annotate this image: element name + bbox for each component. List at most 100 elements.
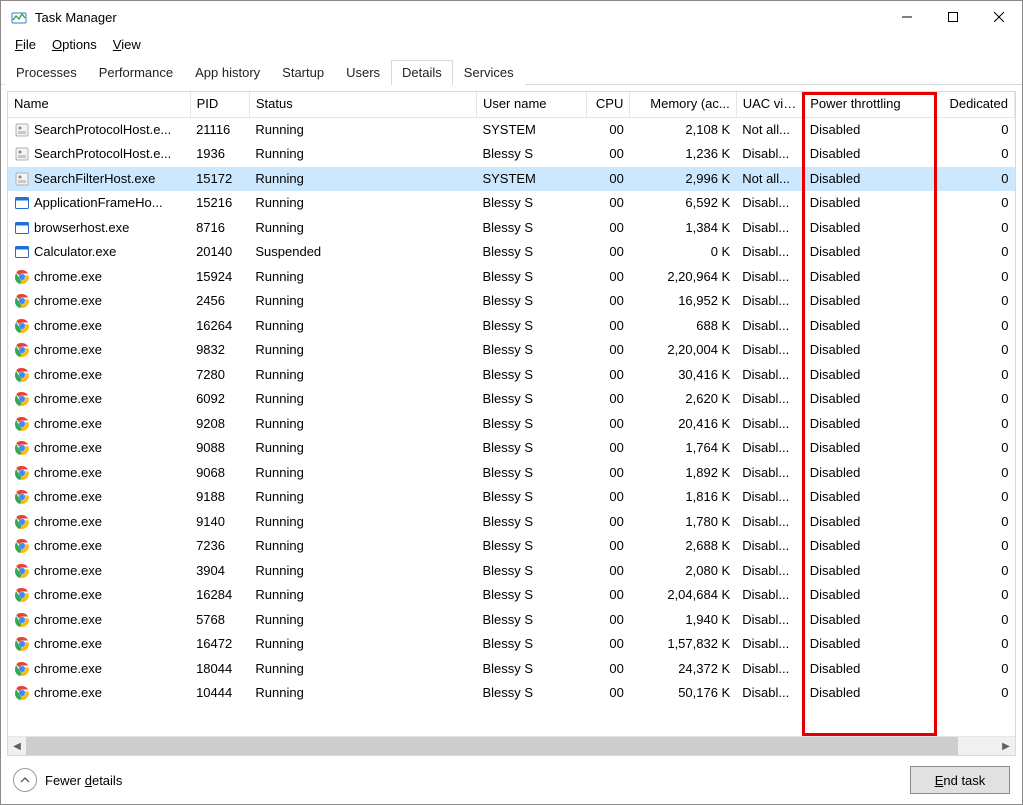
menu-view[interactable]: View [105,35,149,54]
cell-pid: 2456 [190,289,249,314]
cell-uac: Disabl... [736,583,804,608]
cell-memory: 1,236 K [630,142,736,167]
scroll-thumb[interactable] [26,737,958,755]
cell-power: Disabled [804,632,935,657]
cell-status: Running [249,485,476,510]
col-cpu[interactable]: CPU [587,92,630,117]
cell-dedicated: 0 [935,191,1015,216]
process-name: chrome.exe [34,562,102,581]
col-power[interactable]: Power throttling [804,92,935,117]
process-icon [14,318,30,334]
table-row[interactable]: SearchFilterHost.exe15172RunningSYSTEM00… [8,167,1015,192]
cell-dedicated: 0 [935,289,1015,314]
tab-details[interactable]: Details [391,60,453,85]
process-name: chrome.exe [34,635,102,654]
table-row[interactable]: chrome.exe16284RunningBlessy S002,04,684… [8,583,1015,608]
process-icon [14,514,30,530]
scroll-right-icon[interactable]: ▶ [997,737,1015,755]
window-title: Task Manager [35,9,884,25]
minimize-button[interactable] [884,1,930,33]
process-name: chrome.exe [34,366,102,385]
cell-power: Disabled [804,117,935,142]
cell-power: Disabled [804,265,935,290]
tab-processes[interactable]: Processes [5,60,88,85]
cell-dedicated: 0 [935,632,1015,657]
cell-uac: Disabl... [736,559,804,584]
process-name: chrome.exe [34,586,102,605]
table-row[interactable]: chrome.exe10444RunningBlessy S0050,176 K… [8,681,1015,706]
menu-file[interactable]: File [7,35,44,54]
table-row[interactable]: chrome.exe16264RunningBlessy S00688 KDis… [8,314,1015,339]
fewer-details-button[interactable]: Fewer details [13,768,122,792]
cell-power: Disabled [804,485,935,510]
grid-scroll[interactable]: Name PID Status User name CPU Memory (ac… [8,92,1015,736]
horizontal-scrollbar[interactable]: ◀ ▶ [8,736,1015,755]
menu-options[interactable]: Options [44,35,105,54]
col-status[interactable]: Status [249,92,476,117]
close-button[interactable] [976,1,1022,33]
table-row[interactable]: SearchProtocolHost.e...21116RunningSYSTE… [8,117,1015,142]
tab-startup[interactable]: Startup [271,60,335,85]
table-row[interactable]: ApplicationFrameHo...15216RunningBlessy … [8,191,1015,216]
cell-pid: 9068 [190,461,249,486]
cell-memory: 2,20,004 K [630,338,736,363]
cell-power: Disabled [804,681,935,706]
cell-user: Blessy S [476,338,586,363]
table-row[interactable]: chrome.exe7280RunningBlessy S0030,416 KD… [8,363,1015,388]
table-row[interactable]: chrome.exe6092RunningBlessy S002,620 KDi… [8,387,1015,412]
tab-app-history[interactable]: App history [184,60,271,85]
scroll-track[interactable] [26,737,997,755]
table-row[interactable]: browserhost.exe8716RunningBlessy S001,38… [8,216,1015,241]
tab-performance[interactable]: Performance [88,60,184,85]
table-row[interactable]: chrome.exe9188RunningBlessy S001,816 KDi… [8,485,1015,510]
cell-dedicated: 0 [935,436,1015,461]
end-task-button[interactable]: End task [910,766,1010,794]
col-dedicated[interactable]: Dedicated [935,92,1015,117]
tab-services[interactable]: Services [453,60,525,85]
table-row[interactable]: chrome.exe3904RunningBlessy S002,080 KDi… [8,559,1015,584]
cell-uac: Disabl... [736,363,804,388]
table-row[interactable]: chrome.exe16472RunningBlessy S001,57,832… [8,632,1015,657]
maximize-button[interactable] [930,1,976,33]
cell-memory: 1,892 K [630,461,736,486]
cell-dedicated: 0 [935,412,1015,437]
cell-power: Disabled [804,583,935,608]
table-row[interactable]: chrome.exe15924RunningBlessy S002,20,964… [8,265,1015,290]
table-row[interactable]: SearchProtocolHost.e...1936RunningBlessy… [8,142,1015,167]
cell-uac: Disabl... [736,338,804,363]
col-uac[interactable]: UAC vir... [736,92,804,117]
cell-cpu: 00 [587,461,630,486]
table-row[interactable]: chrome.exe18044RunningBlessy S0024,372 K… [8,657,1015,682]
cell-uac: Disabl... [736,485,804,510]
cell-pid: 10444 [190,681,249,706]
cell-dedicated: 0 [935,240,1015,265]
table-row[interactable]: chrome.exe2456RunningBlessy S0016,952 KD… [8,289,1015,314]
cell-memory: 2,080 K [630,559,736,584]
table-row[interactable]: chrome.exe9068RunningBlessy S001,892 KDi… [8,461,1015,486]
process-name: chrome.exe [34,464,102,483]
cell-power: Disabled [804,289,935,314]
col-name[interactable]: Name [8,92,190,117]
table-row[interactable]: chrome.exe9140RunningBlessy S001,780 KDi… [8,510,1015,535]
col-memory[interactable]: Memory (ac... [630,92,736,117]
cell-status: Running [249,559,476,584]
cell-cpu: 00 [587,363,630,388]
cell-user: Blessy S [476,142,586,167]
col-pid[interactable]: PID [190,92,249,117]
scroll-left-icon[interactable]: ◀ [8,737,26,755]
cell-pid: 7236 [190,534,249,559]
table-row[interactable]: Calculator.exe20140SuspendedBlessy S000 … [8,240,1015,265]
table-row[interactable]: chrome.exe9088RunningBlessy S001,764 KDi… [8,436,1015,461]
tab-users[interactable]: Users [335,60,391,85]
table-row[interactable]: chrome.exe9832RunningBlessy S002,20,004 … [8,338,1015,363]
table-row[interactable]: chrome.exe9208RunningBlessy S0020,416 KD… [8,412,1015,437]
cell-power: Disabled [804,510,935,535]
cell-user: Blessy S [476,240,586,265]
cell-status: Running [249,534,476,559]
table-row[interactable]: chrome.exe5768RunningBlessy S001,940 KDi… [8,608,1015,633]
process-name: chrome.exe [34,341,102,360]
col-user[interactable]: User name [476,92,586,117]
cell-pid: 3904 [190,559,249,584]
cell-user: Blessy S [476,289,586,314]
table-row[interactable]: chrome.exe7236RunningBlessy S002,688 KDi… [8,534,1015,559]
